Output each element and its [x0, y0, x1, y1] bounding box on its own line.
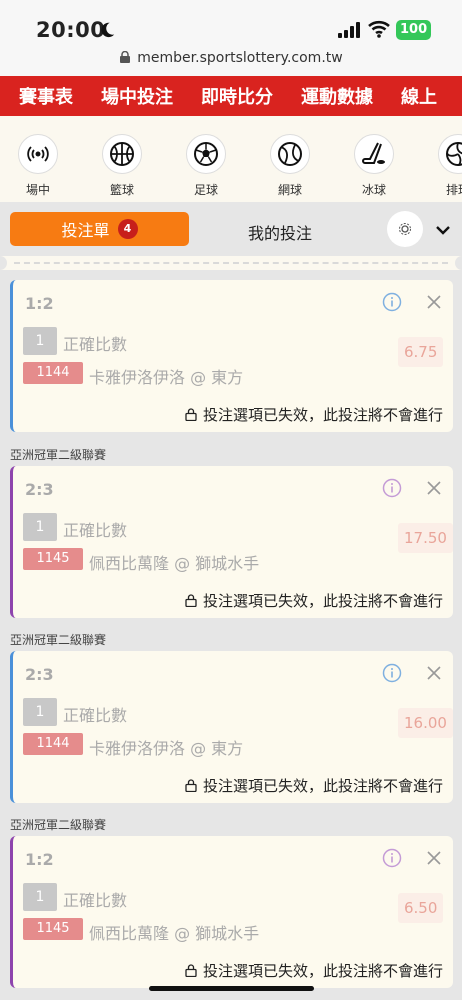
market-number-badge: 1: [23, 327, 57, 355]
lock-icon: [185, 408, 197, 421]
invalid-notice-text: 投注選項已失效，此投注將不會進行: [202, 592, 443, 610]
sport-volleyball[interactable]: 排球: [428, 134, 462, 198]
basketball-icon: [102, 134, 142, 174]
volleyball-icon: [438, 134, 462, 174]
close-icon[interactable]: [426, 480, 442, 496]
sport-label: 籃球: [109, 183, 134, 197]
moon-icon: [101, 22, 115, 38]
bet-list: 1:2 1 正確比數 6.75 1144 卡雅伊洛伊洛 @ 東方 投注選項已失效…: [0, 270, 462, 1000]
info-icon[interactable]: [382, 663, 402, 683]
sport-label: 冰球: [361, 183, 386, 197]
live-icon: [18, 134, 58, 174]
sport-label: 網球: [277, 183, 302, 197]
invalid-notice: 投注選項已失效，此投注將不會進行: [185, 404, 443, 425]
odds-value: 16.00: [398, 708, 453, 738]
lock-icon: [185, 594, 197, 607]
battery-indicator: 100: [396, 20, 432, 40]
league-name: 亞洲冠軍二級聯賽: [10, 818, 107, 832]
sport-label: 排球: [445, 183, 462, 197]
invalid-notice-text: 投注選項已失效，此投注將不會進行: [202, 777, 443, 795]
info-icon[interactable]: [382, 478, 402, 498]
tab-my-bets[interactable]: 我的投注: [200, 220, 360, 244]
close-icon[interactable]: [426, 294, 442, 310]
info-icon[interactable]: [382, 292, 402, 312]
match-code-badge: 1144: [23, 362, 83, 384]
info-icon[interactable]: [382, 848, 402, 868]
market-number-badge: 1: [23, 513, 57, 541]
url-bar[interactable]: member.sportslottery.com.tw: [0, 50, 462, 66]
bet-card: 1:2 1 正確比數 6.75 1144 卡雅伊洛伊洛 @ 東方 投注選項已失效…: [10, 280, 453, 432]
market-name: 正確比數: [63, 706, 128, 725]
market-name: 正確比數: [63, 891, 128, 910]
bet-card: 2:3 1 正確比數 16.00 1144 卡雅伊洛伊洛 @ 東方 投注選項已失…: [10, 651, 453, 803]
wifi-icon: [368, 20, 390, 38]
lock-icon: [185, 779, 197, 792]
match-name: 卡雅伊洛伊洛 @ 東方: [89, 739, 244, 758]
bet-card: 2:3 1 正確比數 17.50 1145 佩西比萬隆 @ 獅城水手 投注選項已…: [10, 466, 453, 618]
market-number-badge: 1: [23, 883, 57, 911]
invalid-notice: 投注選項已失效，此投注將不會進行: [185, 960, 443, 981]
match-code-badge: 1145: [23, 918, 83, 940]
invalid-notice-text: 投注選項已失效，此投注將不會進行: [202, 962, 443, 980]
betslip-tabs: 投注單 4 我的投注: [0, 202, 462, 256]
market-name: 正確比數: [63, 335, 128, 354]
match-code-badge: 1145: [23, 548, 83, 570]
sports-selector: 場中 籃球 足球 網球 冰球 排球: [0, 116, 462, 202]
ticket-divider: [0, 256, 462, 270]
market-number-badge: 1: [23, 698, 57, 726]
league-name: 亞洲冠軍二級聯賽: [10, 633, 107, 647]
sport-live[interactable]: 場中: [8, 134, 68, 198]
sport-hockey[interactable]: 冰球: [344, 134, 404, 198]
hockey-icon: [354, 134, 394, 174]
match-name: 卡雅伊洛伊洛 @ 東方: [89, 368, 244, 387]
sport-label: 足球: [193, 183, 218, 197]
betslip-count-badge: 4: [117, 219, 138, 239]
lock-icon: [120, 51, 131, 63]
url-text: member.sportslottery.com.tw: [137, 50, 343, 66]
home-indicator[interactable]: [149, 986, 314, 991]
odds-value: 17.50: [398, 523, 453, 553]
lock-icon: [185, 964, 197, 977]
tab-betslip[interactable]: 投注單 4: [10, 212, 189, 246]
top-nav: 賽事表 場中投注 即時比分 運動數據 線上: [0, 76, 462, 116]
match-name: 佩西比萬隆 @ 獅城水手: [89, 924, 260, 943]
match-code-badge: 1144: [23, 733, 83, 755]
close-icon[interactable]: [426, 665, 442, 681]
settings-button[interactable]: [387, 211, 423, 247]
nav-item-sports-data[interactable]: 運動數據: [282, 83, 373, 109]
invalid-notice-text: 投注選項已失效，此投注將不會進行: [202, 406, 443, 424]
odds-value: 6.75: [398, 337, 444, 367]
bet-score: 2:3: [25, 665, 54, 684]
bet-score: 1:2: [25, 294, 54, 313]
market-name: 正確比數: [63, 521, 128, 540]
invalid-notice: 投注選項已失效，此投注將不會進行: [185, 590, 443, 611]
nav-item-online[interactable]: 線上: [382, 83, 437, 109]
bet-card: 1:2 1 正確比數 6.50 1145 佩西比萬隆 @ 獅城水手 投注選項已失…: [10, 836, 453, 988]
tennis-icon: [270, 134, 310, 174]
soccer-icon: [186, 134, 226, 174]
close-icon[interactable]: [426, 850, 442, 866]
bet-score: 2:3: [25, 480, 54, 499]
sport-soccer[interactable]: 足球: [176, 134, 236, 198]
bet-score: 1:2: [25, 850, 54, 869]
nav-item-live-score[interactable]: 即時比分: [182, 83, 273, 109]
odds-value: 6.50: [398, 893, 444, 923]
league-name: 亞洲冠軍二級聯賽: [10, 448, 107, 462]
gear-icon: [399, 223, 411, 235]
status-bar: 20:00 100 member.sportslottery.com.tw: [0, 0, 462, 76]
sport-basketball[interactable]: 籃球: [92, 134, 152, 198]
invalid-notice: 投注選項已失效，此投注將不會進行: [185, 775, 443, 796]
chevron-down-icon[interactable]: [434, 221, 452, 239]
signal-icon: [338, 22, 360, 38]
nav-item-schedule[interactable]: 賽事表: [0, 83, 73, 109]
sport-label: 場中: [25, 183, 50, 197]
sport-tennis[interactable]: 網球: [260, 134, 320, 198]
match-name: 佩西比萬隆 @ 獅城水手: [89, 554, 260, 573]
nav-item-live-betting[interactable]: 場中投注: [82, 83, 173, 109]
clock: 20:00: [36, 18, 106, 42]
tab-betslip-label: 投注單: [61, 221, 110, 240]
